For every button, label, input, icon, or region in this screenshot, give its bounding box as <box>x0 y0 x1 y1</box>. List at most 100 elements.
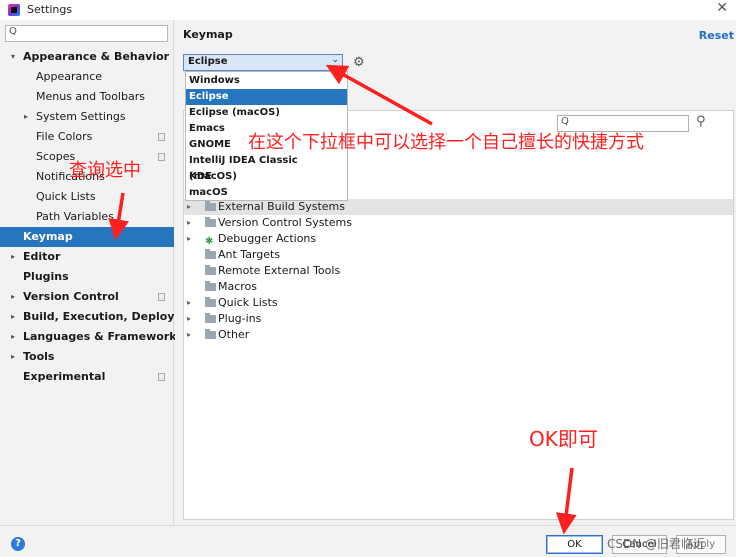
sidebar-item[interactable]: Path Variables <box>0 207 174 227</box>
title-bar: Settings ✕ <box>0 0 736 20</box>
chevron-right-icon[interactable]: ▸ <box>11 327 15 347</box>
dialog-footer: ? OK Cancel Apply CSDN @旧君临近 <box>0 525 736 557</box>
sidebar-item-label: Quick Lists <box>36 190 96 203</box>
tree-row-label: External Build Systems <box>218 200 345 213</box>
sidebar-item[interactable]: Keymap <box>0 227 174 247</box>
sidebar-item-label: Appearance & Behavior <box>23 50 170 63</box>
annotation-select-hint: 查询选中 <box>69 160 141 181</box>
sidebar-item-label: Keymap <box>23 230 73 243</box>
keymap-option[interactable]: macOS <box>186 185 347 201</box>
sidebar-item-label: Plugins <box>23 270 69 283</box>
sidebar-item-label: Experimental <box>23 370 106 383</box>
chevron-right-icon[interactable]: ▸ <box>187 215 191 231</box>
tree-row[interactable]: Ant Targets <box>184 247 733 263</box>
settings-sidebar: Q ▾ Appearance & Behavior Appearance Menus … <box>0 20 206 525</box>
sidebar-item[interactable]: ▸ System Settings <box>0 107 174 127</box>
tree-row[interactable]: ▸ Plug-ins <box>184 311 733 327</box>
annotation-ok-hint: OK即可 <box>529 427 598 451</box>
sidebar-item[interactable]: File Colors <box>0 127 174 147</box>
chevron-right-icon[interactable]: ▸ <box>11 287 15 307</box>
sidebar-item-label: Editor <box>23 250 61 263</box>
sidebar-item-label: Menus and Toolbars <box>36 90 145 103</box>
chevron-down-icon: ⌄ <box>331 55 339 65</box>
folder-icon <box>205 329 216 339</box>
keymap-select[interactable]: Eclipse ⌄ <box>183 54 343 71</box>
sidebar-item-label: Appearance <box>36 70 103 83</box>
tree-row[interactable]: ▸ Other <box>184 327 733 343</box>
tree-row-label: Remote External Tools <box>218 264 341 277</box>
project-scope-icon <box>158 373 165 381</box>
chevron-right-icon[interactable]: ▸ <box>24 107 28 127</box>
project-scope-icon <box>158 153 165 161</box>
sidebar-item[interactable]: ▾ Appearance & Behavior <box>0 47 174 67</box>
tree-row[interactable]: Remote External Tools <box>184 263 733 279</box>
chevron-right-icon[interactable]: ▸ <box>187 199 191 215</box>
sidebar-item-label: Languages & Frameworks <box>23 330 184 343</box>
tree-row-label: Ant Targets <box>218 248 281 261</box>
folder-icon <box>205 313 216 323</box>
sidebar-item-label: Tools <box>23 350 55 363</box>
sidebar-item[interactable]: ▸ Tools <box>0 347 174 367</box>
keymap-option[interactable]: Eclipse <box>186 89 347 105</box>
tree-row-label: Macros <box>218 280 258 293</box>
sidebar-item[interactable]: ▸ Build, Execution, Deployment <box>0 307 206 327</box>
folder-icon <box>205 249 216 259</box>
settings-search-input[interactable]: Q <box>5 25 168 42</box>
help-icon[interactable]: ? <box>11 537 25 551</box>
sidebar-item[interactable]: Menus and Toolbars <box>0 87 174 107</box>
folder-icon <box>205 281 216 291</box>
sidebar-item[interactable]: Experimental <box>0 367 174 387</box>
keymap-select-value: Eclipse <box>188 56 228 67</box>
folder-icon <box>205 265 216 275</box>
sidebar-item-label: File Colors <box>36 130 93 143</box>
chevron-down-icon[interactable]: ▾ <box>11 47 15 67</box>
sidebar-item[interactable]: ▸ Version Control <box>0 287 174 307</box>
folder-icon <box>205 217 216 227</box>
ok-button[interactable]: OK <box>546 535 603 554</box>
chevron-right-icon[interactable]: ▸ <box>11 347 15 367</box>
chevron-right-icon[interactable]: ▸ <box>187 311 191 327</box>
close-icon[interactable]: ✕ <box>716 0 728 16</box>
sidebar-item[interactable]: Appearance <box>0 67 174 87</box>
page-title: Keymap <box>183 28 233 41</box>
project-scope-icon <box>158 293 165 301</box>
tree-row-label: Debugger Actions <box>218 232 317 245</box>
folder-icon <box>205 297 216 307</box>
gear-icon[interactable]: ⚙ <box>353 55 365 70</box>
project-scope-icon <box>158 133 165 141</box>
sidebar-item-label: Version Control <box>23 290 119 303</box>
sidebar-item-label: Path Variables <box>36 210 114 223</box>
folder-icon <box>205 201 216 211</box>
search-icon: Q <box>9 26 17 37</box>
tree-row-label: Plug-ins <box>218 312 262 325</box>
tree-row[interactable]: ▸ ✱ Debugger Actions <box>184 231 733 247</box>
find-shortcut-icon[interactable]: ⚲ <box>696 114 706 129</box>
sidebar-item[interactable]: ▸ Editor <box>0 247 174 267</box>
intellij-app-icon <box>8 4 20 16</box>
tree-row[interactable]: Macros <box>184 279 733 295</box>
tree-row-label: Other <box>218 328 250 341</box>
window-title: Settings <box>27 3 73 16</box>
chevron-right-icon[interactable]: ▸ <box>187 327 191 343</box>
sidebar-item[interactable]: Quick Lists <box>0 187 174 207</box>
keymap-option[interactable]: Eclipse (macOS) <box>186 105 347 121</box>
search-icon: Q <box>561 116 569 127</box>
keymap-option[interactable]: Windows <box>186 73 347 89</box>
reset-link[interactable]: Reset <box>699 29 734 42</box>
chevron-right-icon[interactable]: ▸ <box>187 231 191 247</box>
keymap-panel: Keymap Reset Eclipse ⌄ ⚙ Q ⚲ ▸ External B… <box>175 20 736 525</box>
sidebar-item[interactable]: Plugins <box>0 267 174 287</box>
chevron-right-icon[interactable]: ▸ <box>11 247 15 267</box>
sidebar-item[interactable]: ▸ Languages & Frameworks <box>0 327 183 347</box>
tree-row[interactable]: ▸ Version Control Systems <box>184 215 733 231</box>
watermark: CSDN @旧君临近 <box>607 537 706 551</box>
annotation-dropdown-hint: 在这个下拉框中可以选择一个自己擅长的快捷方式 <box>248 132 644 153</box>
tree-row[interactable]: ▸ Quick Lists <box>184 295 733 311</box>
tree-row[interactable]: ▸ External Build Systems <box>184 199 733 215</box>
keymap-option[interactable]: IntelliJ IDEA Classic (macOS) <box>186 153 347 182</box>
chevron-right-icon[interactable]: ▸ <box>11 307 15 327</box>
sidebar-item-label: System Settings <box>36 110 126 123</box>
chevron-right-icon[interactable]: ▸ <box>187 295 191 311</box>
keymap-option[interactable]: KDE <box>186 169 347 185</box>
tree-row-label: Quick Lists <box>218 296 278 309</box>
